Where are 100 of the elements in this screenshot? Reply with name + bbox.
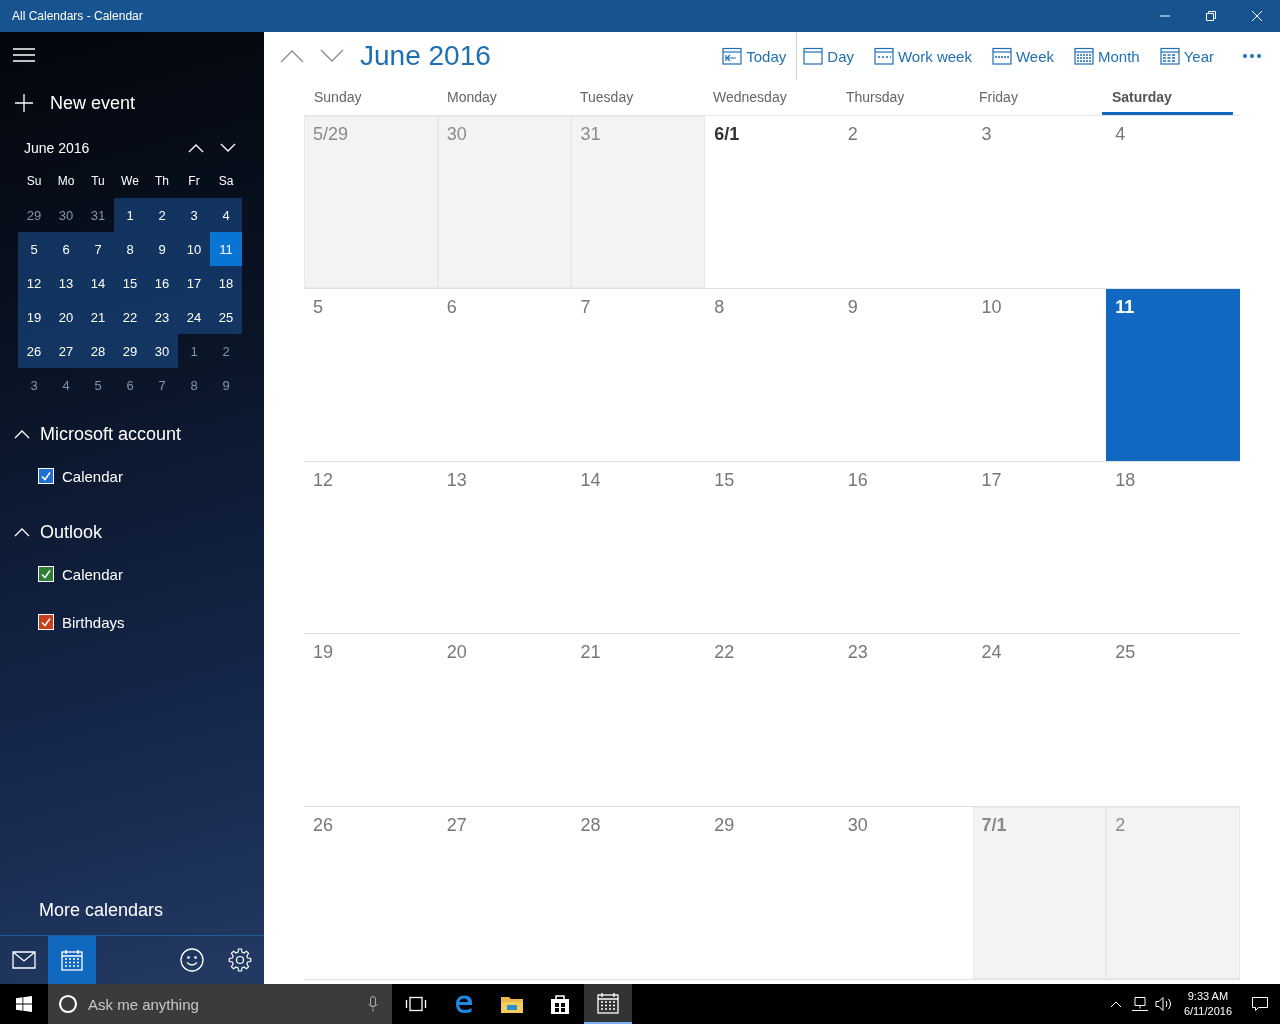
restore-icon — [1205, 10, 1217, 22]
search-input[interactable]: Ask me anything — [86, 994, 360, 1014]
workweek-view-button[interactable]: Work week — [864, 32, 982, 80]
mini-day-cell[interactable]: 15 — [114, 266, 146, 300]
mini-day-cell[interactable]: 6 — [114, 368, 146, 402]
cortana-icon — [58, 994, 78, 1014]
day-number: 13 — [446, 469, 467, 490]
speech-bubble-icon — [1251, 996, 1269, 1012]
mini-day-cell[interactable]: 8 — [114, 232, 146, 266]
day-number: 4 — [1115, 124, 1126, 144]
mini-day-cell[interactable]: 5 — [82, 368, 114, 402]
day-number: 2 — [1115, 815, 1126, 836]
calendar-nav-button[interactable] — [48, 936, 96, 984]
mini-day-cell[interactable]: 18 — [210, 266, 242, 300]
mini-day-cell[interactable]: 12 — [18, 266, 50, 300]
day-number: 14 — [580, 469, 601, 490]
mini-day-cell[interactable]: 31 — [82, 198, 114, 232]
mini-day-cell[interactable]: 13 — [50, 266, 82, 300]
windows-logo-icon — [16, 996, 32, 1012]
mini-day-cell[interactable]: 3 — [178, 198, 210, 232]
day-cell[interactable]: 5/29 — [304, 116, 438, 288]
calendar-icon — [991, 47, 1012, 65]
weekday-label: We — [120, 173, 140, 190]
day-number: 6/1 — [714, 124, 740, 144]
day-number: 25 — [1115, 642, 1136, 663]
month-view-button[interactable]: Month — [1064, 32, 1150, 80]
new-event-button[interactable]: New event — [0, 78, 150, 128]
day-cell[interactable]: 31 — [571, 116, 706, 288]
mini-day-cell[interactable]: 21 — [82, 300, 114, 334]
mini-day-cell[interactable]: 9 — [210, 368, 242, 402]
day-number: 20 — [446, 642, 467, 663]
mini-day-cell[interactable]: 22 — [114, 300, 146, 334]
mini-day-cell[interactable]: 30 — [50, 198, 82, 232]
chevron-down-icon — [220, 143, 236, 153]
mini-day-cell[interactable]: 20 — [50, 300, 82, 334]
calendar-icon — [597, 992, 619, 1014]
calendar-name: Birthdays — [62, 613, 125, 631]
search-box[interactable]: Ask me anything — [48, 984, 392, 1024]
weekday-header: Monday — [446, 88, 498, 107]
account-header[interactable]: Outlook — [0, 514, 103, 550]
mini-day-cell[interactable]: 27 — [50, 334, 82, 368]
mini-day-cell[interactable]: 11 — [210, 232, 242, 266]
mini-day-cell[interactable]: 6 — [50, 232, 82, 266]
day-cell[interactable]: 30 — [437, 116, 572, 288]
mini-day-cell[interactable]: 23 — [146, 300, 178, 334]
calendar-name: Calendar — [62, 565, 123, 583]
check-icon — [40, 470, 52, 482]
mini-day-cell[interactable]: 28 — [82, 334, 114, 368]
day-number: 10 — [981, 296, 1002, 317]
mini-day-cell[interactable]: 14 — [82, 266, 114, 300]
mini-day-cell[interactable]: 24 — [178, 300, 210, 334]
mini-day-cell[interactable]: 4 — [210, 198, 242, 232]
clock-date: 6/11/2016 — [1183, 1004, 1232, 1019]
week-view-button[interactable]: Week — [981, 32, 1064, 80]
mini-day-cell[interactable]: 26 — [18, 334, 50, 368]
day-number: 24 — [981, 642, 1002, 663]
mini-day-cell[interactable]: 4 — [50, 368, 82, 402]
checkbox[interactable] — [38, 468, 54, 484]
mini-day-cell[interactable]: 2 — [210, 334, 242, 368]
mini-day-cell[interactable]: 8 — [178, 368, 210, 402]
day-number: 31 — [580, 124, 601, 144]
calendar-taskbar-button[interactable] — [584, 984, 632, 1024]
mini-day-cell[interactable]: 7 — [82, 232, 114, 266]
mini-day-cell[interactable]: 16 — [146, 266, 178, 300]
mini-day-cell[interactable]: 2 — [146, 198, 178, 232]
day-cell[interactable]: 2 — [1106, 807, 1240, 979]
account-header[interactable]: Microsoft account — [0, 416, 182, 452]
weekday-label: Sa — [217, 173, 235, 190]
mini-day-cell[interactable]: 1 — [114, 198, 146, 232]
month-title: June 2016 — [24, 140, 91, 156]
task-view-icon — [405, 996, 427, 1012]
mini-day-cell[interactable]: 10 — [178, 232, 210, 266]
day-number: 17 — [981, 469, 1002, 490]
mini-day-cell[interactable]: 29 — [114, 334, 146, 368]
day-cell[interactable]: 7/1 — [972, 807, 1107, 979]
day-number: 2 — [847, 124, 858, 144]
day-cell[interactable]: 11 — [1106, 288, 1240, 461]
mini-day-cell[interactable]: 7 — [146, 368, 178, 402]
mini-day-cell[interactable]: 9 — [146, 232, 178, 266]
mini-day-cell[interactable]: 29 — [18, 198, 50, 232]
mini-day-cell[interactable]: 5 — [18, 232, 50, 266]
mini-day-cell[interactable]: 30 — [146, 334, 178, 368]
year-view-button[interactable]: Year — [1149, 32, 1224, 80]
mini-day-cell[interactable]: 3 — [18, 368, 50, 402]
weekday-label: Mo — [56, 173, 76, 190]
day-number: 18 — [1115, 469, 1136, 490]
calendar-icon — [874, 47, 894, 65]
mini-day-cell[interactable]: 1 — [178, 334, 210, 368]
mini-day-cell[interactable]: 25 — [210, 300, 242, 334]
checkbox[interactable] — [38, 566, 54, 582]
checkbox[interactable] — [38, 614, 54, 630]
mini-day-cell[interactable]: 17 — [178, 266, 210, 300]
day-number: 9 — [847, 296, 858, 317]
mini-day-cell[interactable]: 19 — [18, 300, 50, 334]
close-icon — [1251, 10, 1263, 22]
clock[interactable]: 9:33 AM 6/11/2016 — [1175, 989, 1240, 1019]
settings-icon — [228, 948, 252, 972]
day-number: 23 — [847, 642, 868, 663]
more-calendars-link[interactable]: More calendars — [0, 885, 164, 935]
check-icon — [40, 568, 52, 580]
